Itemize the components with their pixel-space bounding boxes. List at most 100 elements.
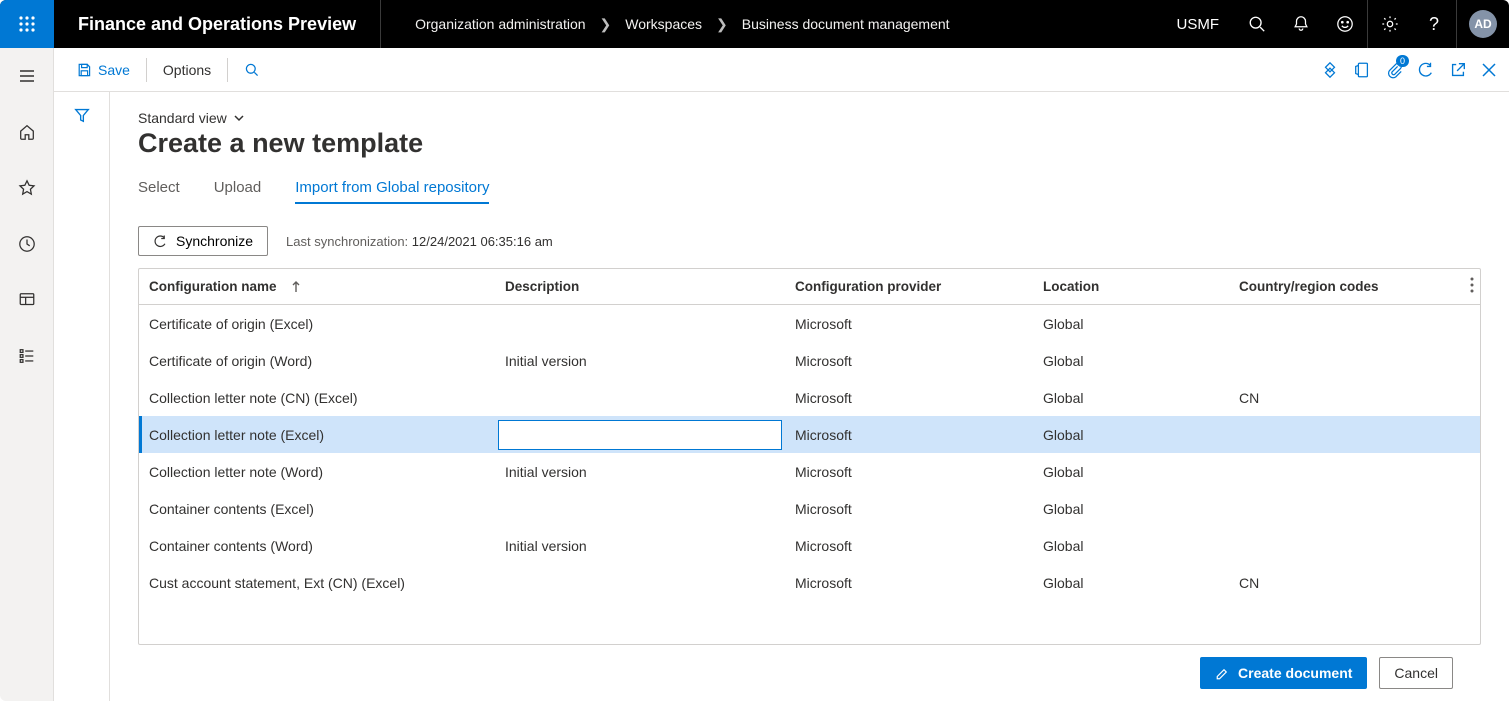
cell-country bbox=[1229, 527, 1480, 564]
cell-location: Global bbox=[1033, 453, 1229, 490]
cell-location: Global bbox=[1033, 564, 1229, 601]
related-button[interactable] bbox=[1321, 61, 1339, 79]
table-row[interactable]: Cust account statement, Ext (CN) (Excel)… bbox=[139, 564, 1480, 601]
cell-country bbox=[1229, 342, 1480, 379]
cell-country bbox=[1229, 490, 1480, 527]
table-row[interactable]: Container contents (Word)Initial version… bbox=[139, 527, 1480, 564]
table-row[interactable]: Collection letter note (Word)Initial ver… bbox=[139, 453, 1480, 490]
home-button[interactable] bbox=[7, 112, 47, 152]
filter-icon bbox=[73, 106, 91, 124]
star-icon bbox=[18, 179, 36, 197]
search-button[interactable] bbox=[1235, 0, 1279, 48]
settings-button[interactable] bbox=[1368, 0, 1412, 48]
company-label[interactable]: USMF bbox=[1161, 16, 1236, 33]
cell-name: Container contents (Word) bbox=[139, 527, 495, 564]
divider bbox=[1456, 0, 1457, 48]
view-label: Standard view bbox=[138, 110, 227, 126]
cell-location: Global bbox=[1033, 379, 1229, 416]
breadcrumb-item[interactable]: Workspaces bbox=[625, 16, 702, 32]
bell-icon bbox=[1292, 15, 1310, 33]
chevron-down-icon bbox=[233, 112, 245, 124]
tab-import-from-global-repository[interactable]: Import from Global repository bbox=[295, 179, 489, 204]
column-header-country[interactable]: Country/region codes bbox=[1229, 269, 1480, 304]
synchronize-label: Synchronize bbox=[176, 233, 253, 249]
workspaces-button[interactable] bbox=[7, 280, 47, 320]
gear-icon bbox=[1381, 15, 1399, 33]
tab-select[interactable]: Select bbox=[138, 179, 180, 204]
cell-description bbox=[495, 416, 785, 453]
cell-name: Cust account statement, Ext (CN) (Excel) bbox=[139, 564, 495, 601]
workspace-icon bbox=[18, 291, 36, 309]
modules-button[interactable] bbox=[7, 336, 47, 376]
cell-country bbox=[1229, 305, 1480, 342]
breadcrumb-item[interactable]: Business document management bbox=[742, 16, 950, 32]
column-header-provider[interactable]: Configuration provider bbox=[785, 269, 1033, 304]
popout-button[interactable] bbox=[1449, 61, 1467, 79]
table-row[interactable]: Collection letter note (CN) (Excel)Micro… bbox=[139, 379, 1480, 416]
grid-menu-button[interactable] bbox=[1470, 277, 1474, 293]
help-icon: ? bbox=[1429, 14, 1439, 35]
close-icon bbox=[1481, 62, 1497, 78]
cell-description: Initial version bbox=[495, 453, 785, 490]
view-selector[interactable]: Standard view bbox=[138, 110, 1481, 126]
app-launcher-button[interactable] bbox=[0, 0, 54, 48]
cell-description bbox=[495, 305, 785, 342]
table-row[interactable]: Collection letter note (Excel)MicrosoftG… bbox=[139, 416, 1480, 453]
help-button[interactable]: ? bbox=[1412, 0, 1456, 48]
app-title: Finance and Operations Preview bbox=[54, 0, 381, 48]
cell-country bbox=[1229, 453, 1480, 490]
chevron-right-icon: ❯ bbox=[600, 16, 612, 33]
cell-provider: Microsoft bbox=[785, 490, 1033, 527]
page-title: Create a new template bbox=[138, 128, 1481, 159]
cell-description bbox=[495, 379, 785, 416]
cell-description: Initial version bbox=[495, 342, 785, 379]
table-row[interactable]: Certificate of origin (Word)Initial vers… bbox=[139, 342, 1480, 379]
filter-button[interactable] bbox=[73, 106, 91, 701]
user-avatar[interactable]: AD bbox=[1469, 10, 1497, 38]
clock-icon bbox=[18, 235, 36, 253]
synchronize-button[interactable]: Synchronize bbox=[138, 226, 268, 256]
sync-meta: Last synchronization: 12/24/2021 06:35:1… bbox=[286, 234, 553, 249]
cancel-button[interactable]: Cancel bbox=[1379, 657, 1453, 689]
table-row[interactable]: Certificate of origin (Excel)MicrosoftGl… bbox=[139, 305, 1480, 342]
chevron-right-icon: ❯ bbox=[716, 16, 728, 33]
cell-description: Initial version bbox=[495, 527, 785, 564]
popout-icon bbox=[1449, 61, 1467, 79]
open-office-button[interactable] bbox=[1353, 61, 1371, 79]
close-button[interactable] bbox=[1481, 62, 1497, 78]
save-icon bbox=[76, 62, 92, 78]
feedback-button[interactable] bbox=[1323, 0, 1367, 48]
column-header-description[interactable]: Description bbox=[495, 269, 785, 304]
cell-country bbox=[1229, 416, 1480, 453]
refresh-icon bbox=[153, 234, 168, 249]
column-header-name[interactable]: Configuration name bbox=[139, 269, 495, 304]
more-icon bbox=[1470, 277, 1474, 293]
cell-description bbox=[495, 490, 785, 527]
sort-asc-icon bbox=[291, 281, 301, 293]
cell-name: Collection letter note (Excel) bbox=[139, 416, 495, 453]
notifications-button[interactable] bbox=[1279, 0, 1323, 48]
configuration-grid: Configuration name Description Configura… bbox=[138, 268, 1481, 645]
pencil-icon bbox=[1215, 666, 1230, 681]
table-row[interactable]: Container contents (Excel)MicrosoftGloba… bbox=[139, 490, 1480, 527]
column-header-location[interactable]: Location bbox=[1033, 269, 1229, 304]
create-document-button[interactable]: Create document bbox=[1200, 657, 1367, 689]
breadcrumb-item[interactable]: Organization administration bbox=[415, 16, 585, 32]
nav-menu-button[interactable] bbox=[7, 56, 47, 96]
favorites-button[interactable] bbox=[7, 168, 47, 208]
cell-provider: Microsoft bbox=[785, 416, 1033, 453]
create-document-label: Create document bbox=[1238, 665, 1352, 681]
description-input[interactable] bbox=[498, 420, 782, 450]
attachment-count-badge: 0 bbox=[1396, 55, 1409, 67]
attachments-button[interactable]: 0 bbox=[1385, 61, 1403, 79]
cell-location: Global bbox=[1033, 305, 1229, 342]
recent-button[interactable] bbox=[7, 224, 47, 264]
cell-provider: Microsoft bbox=[785, 379, 1033, 416]
save-label: Save bbox=[98, 62, 130, 78]
refresh-button[interactable] bbox=[1417, 61, 1435, 79]
search-page-button[interactable] bbox=[234, 58, 270, 82]
tab-upload[interactable]: Upload bbox=[214, 179, 262, 204]
cell-location: Global bbox=[1033, 342, 1229, 379]
options-button[interactable]: Options bbox=[153, 58, 221, 82]
save-button[interactable]: Save bbox=[66, 58, 140, 82]
